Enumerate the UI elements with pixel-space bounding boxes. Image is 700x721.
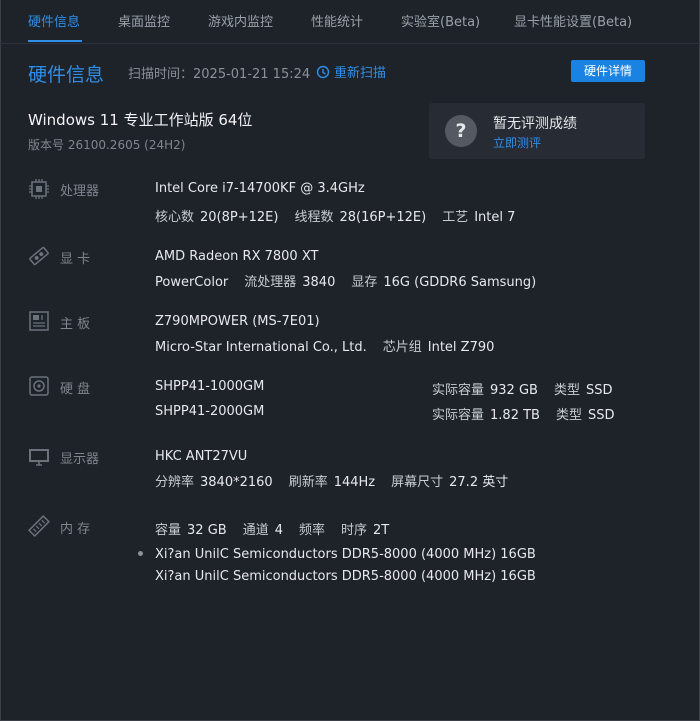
memory-module-1: Xi?an UnilC Semiconductors DDR5-8000 (40… (155, 547, 536, 562)
tab-gpu-settings-beta[interactable]: 显卡性能设置(Beta) (514, 11, 632, 30)
memory-frequency-label: 频率 (298, 523, 325, 538)
os-version: 版本号 26100.2605 (24H2) (28, 138, 186, 152)
hardware-details-button[interactable]: 硬件详情 (571, 60, 645, 82)
memory-timing-value: 2T (373, 523, 390, 538)
cpu-model: Intel Core i7-14700KF @ 3.4GHz (155, 181, 365, 196)
gpu-specs: PowerColor 流处理器 3840 显存 16G (GDDR6 Samsung) (155, 271, 536, 290)
cpu-threads-value: 28(16P+12E) (339, 210, 427, 225)
disk-2-capacity-label: 实际容量 (432, 408, 485, 423)
cpu-process-label: 工艺 (442, 210, 469, 225)
score-title: 暂无评测成绩 (493, 116, 577, 132)
memory-timing-label: 时序 (341, 523, 368, 538)
motherboard-specs: Micro-Star International Co., Ltd. 芯片组 Int… (155, 336, 494, 355)
refresh-rate-value: 144Hz (333, 475, 376, 490)
top-tab-bar: 硬件信息 桌面监控 游戏内监控 性能统计 实验室(Beta) 显卡性能设置(Be… (0, 0, 700, 44)
memory-module-2: Xi?an UnilC Semiconductors DDR5-8000 (40… (155, 569, 536, 584)
os-name: Windows 11 专业工作站版 64位 (28, 111, 253, 129)
memory-specs: 容量 32 GB 通道 4 频率 时序 2T (155, 519, 389, 538)
disk-2-capacity-value: 1.82 TB (490, 408, 540, 423)
monitor-model: HKC ANT27VU (155, 449, 248, 464)
disk-2-specs: 实际容量 1.82 TB 类型 SSD (432, 404, 614, 423)
gpu-label: 显 卡 (60, 252, 91, 267)
gpu-model: AMD Radeon RX 7800 XT (155, 249, 319, 264)
gpu-vram-value: 16G (GDDR6 Samsung) (383, 275, 537, 290)
scan-time: 扫描时间：2025-01-21 15:24 (128, 67, 311, 82)
memory-stick-icon (28, 515, 50, 537)
memory-channel-label: 通道 (242, 523, 269, 538)
disk-1-type-value: SSD (585, 383, 613, 398)
monitor-label: 显示器 (60, 452, 100, 467)
monitor-specs: 分辨率 3840*2160 刷新率 144Hz 屏幕尺寸 27.2 英寸 (155, 471, 508, 490)
run-benchmark-link[interactable]: 立即测评 (493, 134, 541, 151)
motherboard-vendor: Micro-Star International Co., Ltd. (155, 340, 367, 355)
tab-in-game-monitor[interactable]: 游戏内监控 (208, 11, 273, 30)
disk-2-model: SHPP41-2000GM (155, 404, 265, 419)
tab-performance-stats[interactable]: 性能统计 (311, 11, 363, 30)
refresh-icon (316, 65, 330, 78)
disk-label: 硬 盘 (60, 382, 91, 397)
screen-size-label: 屏幕尺寸 (391, 475, 444, 490)
disk-1-type-label: 类型 (553, 383, 580, 398)
cpu-cores-value: 20(8P+12E) (200, 210, 279, 225)
tab-lab-beta[interactable]: 实验室(Beta) (401, 11, 480, 30)
disk-2-type-value: SSD (587, 408, 615, 423)
cpu-threads-label: 线程数 (294, 210, 334, 225)
memory-channel-value: 4 (274, 523, 283, 538)
benchmark-score-card: ? 暂无评测成绩 立即测评 (429, 103, 645, 159)
disk-1-specs: 实际容量 932 GB 类型 SSD (432, 379, 612, 398)
motherboard-icon (29, 311, 49, 331)
graphics-card-icon (29, 246, 49, 266)
chipset-value: Intel Z790 (427, 340, 495, 355)
rescan-button[interactable]: 重新扫描 (316, 62, 386, 81)
cpu-label: 处理器 (60, 184, 100, 199)
gpu-vram-label: 显存 (351, 275, 378, 290)
chipset-label: 芯片组 (382, 340, 422, 355)
memory-label: 内 存 (60, 522, 91, 537)
page-title: 硬件信息 (28, 64, 105, 86)
cpu-chip-icon (29, 179, 49, 199)
disk-1-capacity-value: 932 GB (490, 383, 538, 398)
disk-1-capacity-label: 实际容量 (432, 383, 485, 398)
hard-disk-icon (29, 376, 49, 396)
list-bullet (138, 551, 143, 556)
rescan-label: 重新扫描 (334, 66, 387, 81)
gpu-sp-label: 流处理器 (244, 275, 297, 290)
cpu-process-value: Intel 7 (474, 210, 516, 225)
tab-desktop-monitor[interactable]: 桌面监控 (118, 11, 170, 30)
disk-2-type-label: 类型 (555, 408, 582, 423)
gpu-vendor: PowerColor (155, 275, 229, 290)
question-icon: ? (445, 115, 477, 147)
gpu-sp-value: 3840 (302, 275, 336, 290)
window-border-left (0, 0, 1, 721)
screen-size-value: 27.2 英寸 (449, 475, 509, 490)
motherboard-label: 主 板 (60, 317, 91, 332)
tab-hardware-info[interactable]: 硬件信息 (28, 11, 80, 30)
refresh-rate-label: 刷新率 (288, 475, 328, 490)
active-tab-indicator (28, 40, 82, 42)
cpu-specs: 核心数 20(8P+12E) 线程数 28(16P+12E) 工艺 Intel 7 (155, 206, 515, 225)
memory-capacity-label: 容量 (155, 523, 182, 538)
resolution-label: 分辨率 (155, 475, 195, 490)
monitor-icon (29, 449, 49, 466)
memory-capacity-value: 32 GB (187, 523, 227, 538)
cpu-cores-label: 核心数 (155, 210, 195, 225)
disk-1-model: SHPP41-1000GM (155, 379, 265, 394)
motherboard-model: Z790MPOWER (MS-7E01) (155, 314, 320, 329)
resolution-value: 3840*2160 (200, 475, 273, 490)
